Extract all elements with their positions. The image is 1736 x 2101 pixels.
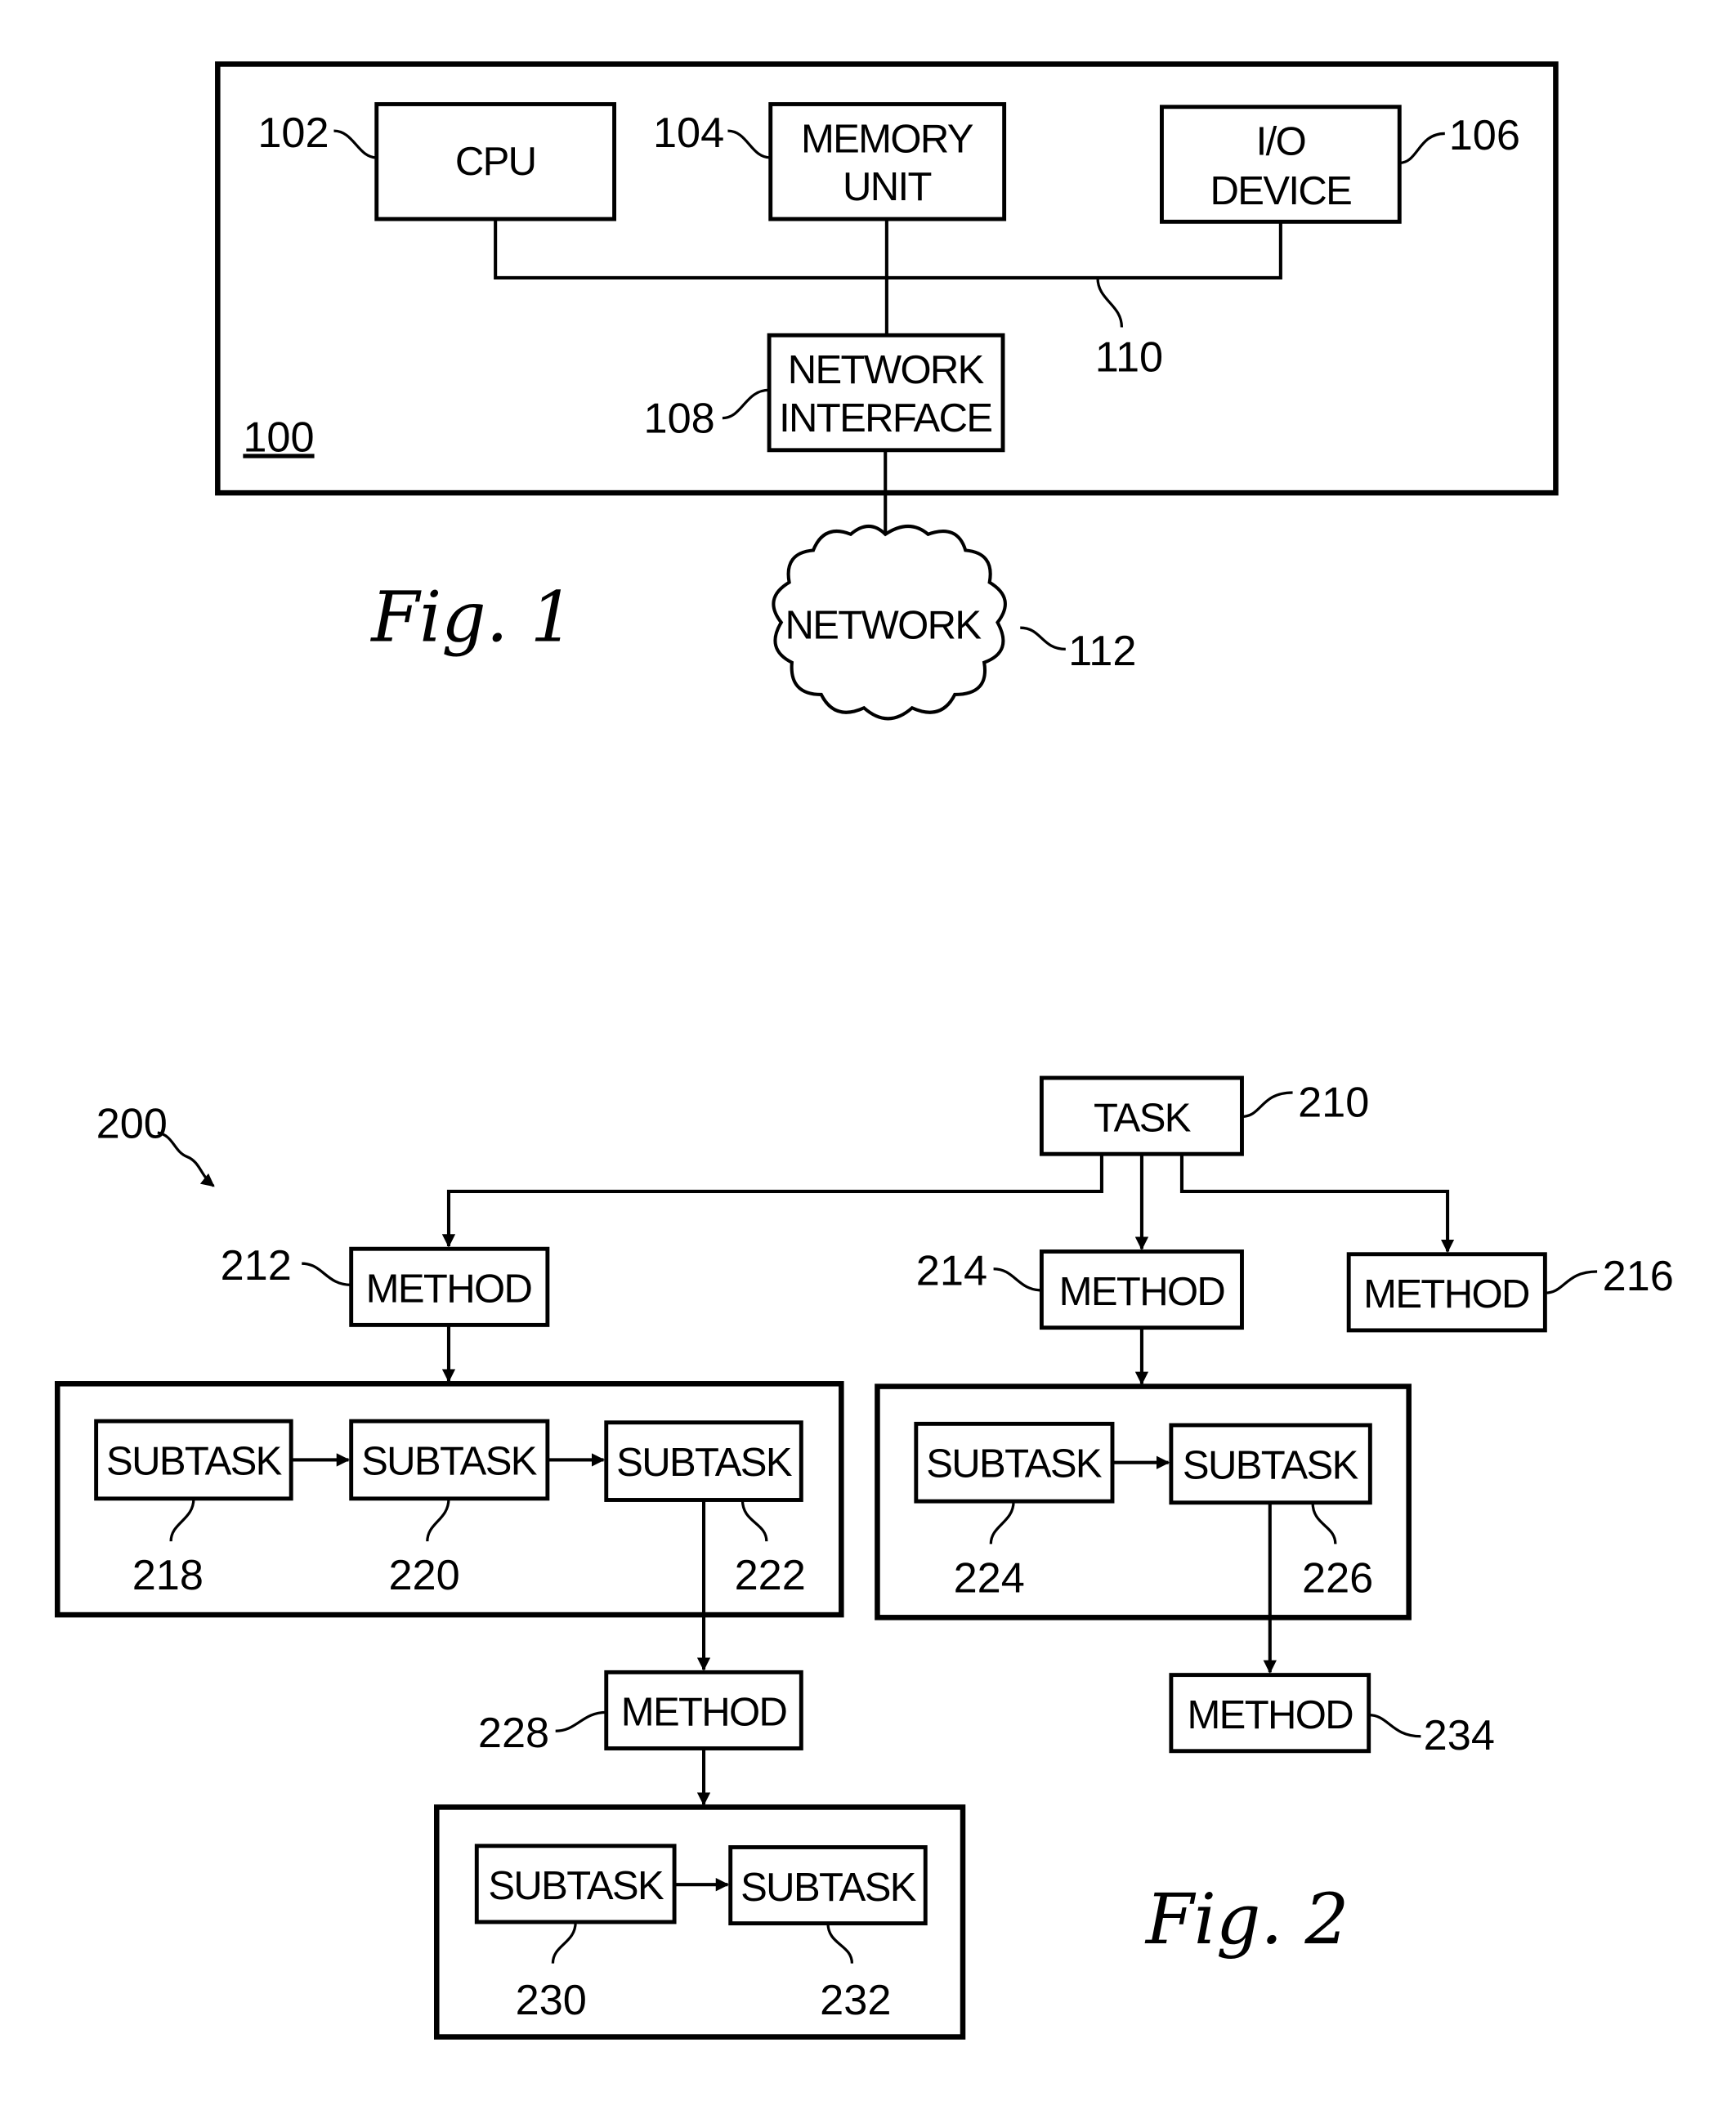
system-ref-100: 100 — [243, 413, 314, 461]
network-ref: 112 — [1068, 628, 1136, 675]
subtask-226-label: SUBTASK — [1183, 1443, 1359, 1487]
task-leader-line — [1242, 1091, 1293, 1119]
task-ref: 210 — [1298, 1079, 1369, 1126]
network-interface-block: NETWORK INTERFACE — [767, 333, 1005, 453]
cpu-block: CPU — [374, 102, 617, 221]
method-234-leader-line — [1368, 1714, 1421, 1738]
method-212-leader-line — [302, 1262, 351, 1286]
method-212-block: METHOD — [349, 1246, 550, 1327]
io-label-line1: I/O — [1256, 120, 1305, 164]
cpu-ref: 102 — [257, 110, 329, 157]
io-device-block: I/O DEVICE — [1159, 105, 1402, 224]
network-leader-line — [1020, 626, 1066, 650]
subtask-230-label: SUBTASK — [488, 1864, 664, 1908]
method-212-ref: 212 — [221, 1242, 292, 1290]
subtask-224-label: SUBTASK — [926, 1442, 1103, 1486]
netif-ref: 108 — [644, 396, 715, 443]
memory-unit-block: MEMORY UNIT — [768, 102, 1007, 221]
memory-label-line1: MEMORY — [801, 117, 973, 161]
netif-label-line2: INTERFACE — [779, 396, 991, 440]
method-228-label: METHOD — [621, 1691, 787, 1735]
method-216-block: METHOD — [1346, 1252, 1547, 1333]
subtask-224-leader-line — [989, 1501, 1015, 1544]
subtask-230-block: SUBTASK — [474, 1844, 677, 1924]
diagram-ref-200: 200 — [96, 1101, 168, 1148]
method-228-ref: 228 — [478, 1710, 549, 1757]
cpu-leader-line — [333, 129, 377, 159]
method-214-leader-line — [993, 1267, 1042, 1292]
netif-label-line1: NETWORK — [788, 348, 985, 392]
figure-2-caption: Fig. 2 — [1144, 1880, 1349, 1960]
subtask-230-ref: 230 — [516, 1977, 587, 2024]
method-214-label: METHOD — [1059, 1270, 1225, 1314]
network-label: NETWORK — [785, 603, 982, 647]
subtask-226-leader-line — [1311, 1502, 1337, 1544]
subtask-226-block: SUBTASK — [1169, 1423, 1372, 1505]
subtask-218-block: SUBTASK — [94, 1419, 293, 1501]
task-to-method-212-arrow — [441, 1154, 1103, 1248]
subtask-218-ref: 218 — [132, 1552, 204, 1599]
method-214-block: METHOD — [1039, 1249, 1244, 1330]
patent-drawing-sheet: 100 CPU 102 MEMORY UNIT 104 I/O DEVICE 1… — [54, 61, 1674, 2040]
memory-leader-line — [727, 129, 771, 159]
method-228-block: METHOD — [604, 1670, 803, 1750]
memory-ref: 104 — [653, 110, 724, 157]
cpu-label: CPU — [455, 140, 536, 184]
method-234-label: METHOD — [1188, 1693, 1353, 1737]
method-214-ref: 214 — [916, 1247, 987, 1294]
subtask-218-leader-line — [169, 1498, 195, 1542]
method-228-leader-line — [555, 1710, 606, 1732]
subtask-224-ref: 224 — [954, 1554, 1025, 1602]
task-label: TASK — [1094, 1096, 1192, 1140]
figure-1-caption: Fig. 1 — [369, 578, 575, 659]
subtask-232-leader-line — [826, 1923, 854, 1964]
subtask-232-block: SUBTASK — [728, 1845, 928, 1926]
subtask-220-ref: 220 — [388, 1552, 459, 1599]
netif-leader-line — [722, 388, 770, 420]
subtask-222-label: SUBTASK — [616, 1441, 793, 1485]
subtask-232-label: SUBTASK — [740, 1866, 917, 1910]
subtask-222-ref: 222 — [735, 1552, 806, 1599]
subtask-230-leader-line — [551, 1921, 577, 1964]
bus-ref: 110 — [1095, 333, 1163, 381]
figure-2: 200 TASK 210 METHOD 212 METHOD 214 METHO… — [54, 1075, 1674, 2040]
bus-leader-line — [1096, 277, 1124, 328]
io-label-line2: DEVICE — [1210, 169, 1352, 213]
method-216-ref: 216 — [1603, 1253, 1674, 1300]
method-234-block: METHOD — [1169, 1673, 1371, 1754]
io-ref: 106 — [1449, 112, 1520, 159]
task-block: TASK — [1039, 1075, 1244, 1156]
subtask-220-block: SUBTASK — [349, 1419, 550, 1501]
subtask-226-ref: 226 — [1302, 1554, 1373, 1602]
figure-1: 100 CPU 102 MEMORY UNIT 104 I/O DEVICE 1… — [215, 61, 1559, 721]
method-216-leader-line — [1545, 1270, 1598, 1294]
subtask-222-block: SUBTASK — [604, 1420, 803, 1502]
method-234-ref: 234 — [1424, 1712, 1495, 1759]
subtask-218-label: SUBTASK — [106, 1439, 283, 1483]
subtask-222-leader-line — [740, 1500, 768, 1542]
method-212-label: METHOD — [366, 1267, 532, 1312]
subtask-232-ref: 232 — [820, 1977, 891, 2024]
subtask-224-block: SUBTASK — [914, 1421, 1115, 1504]
io-leader-line — [1399, 132, 1445, 165]
subtask-220-leader-line — [426, 1498, 450, 1542]
memory-label-line2: UNIT — [843, 165, 931, 209]
subtask-220-label: SUBTASK — [361, 1439, 538, 1483]
method-216-label: METHOD — [1363, 1272, 1529, 1316]
task-to-method-216-arrow — [1179, 1154, 1455, 1254]
